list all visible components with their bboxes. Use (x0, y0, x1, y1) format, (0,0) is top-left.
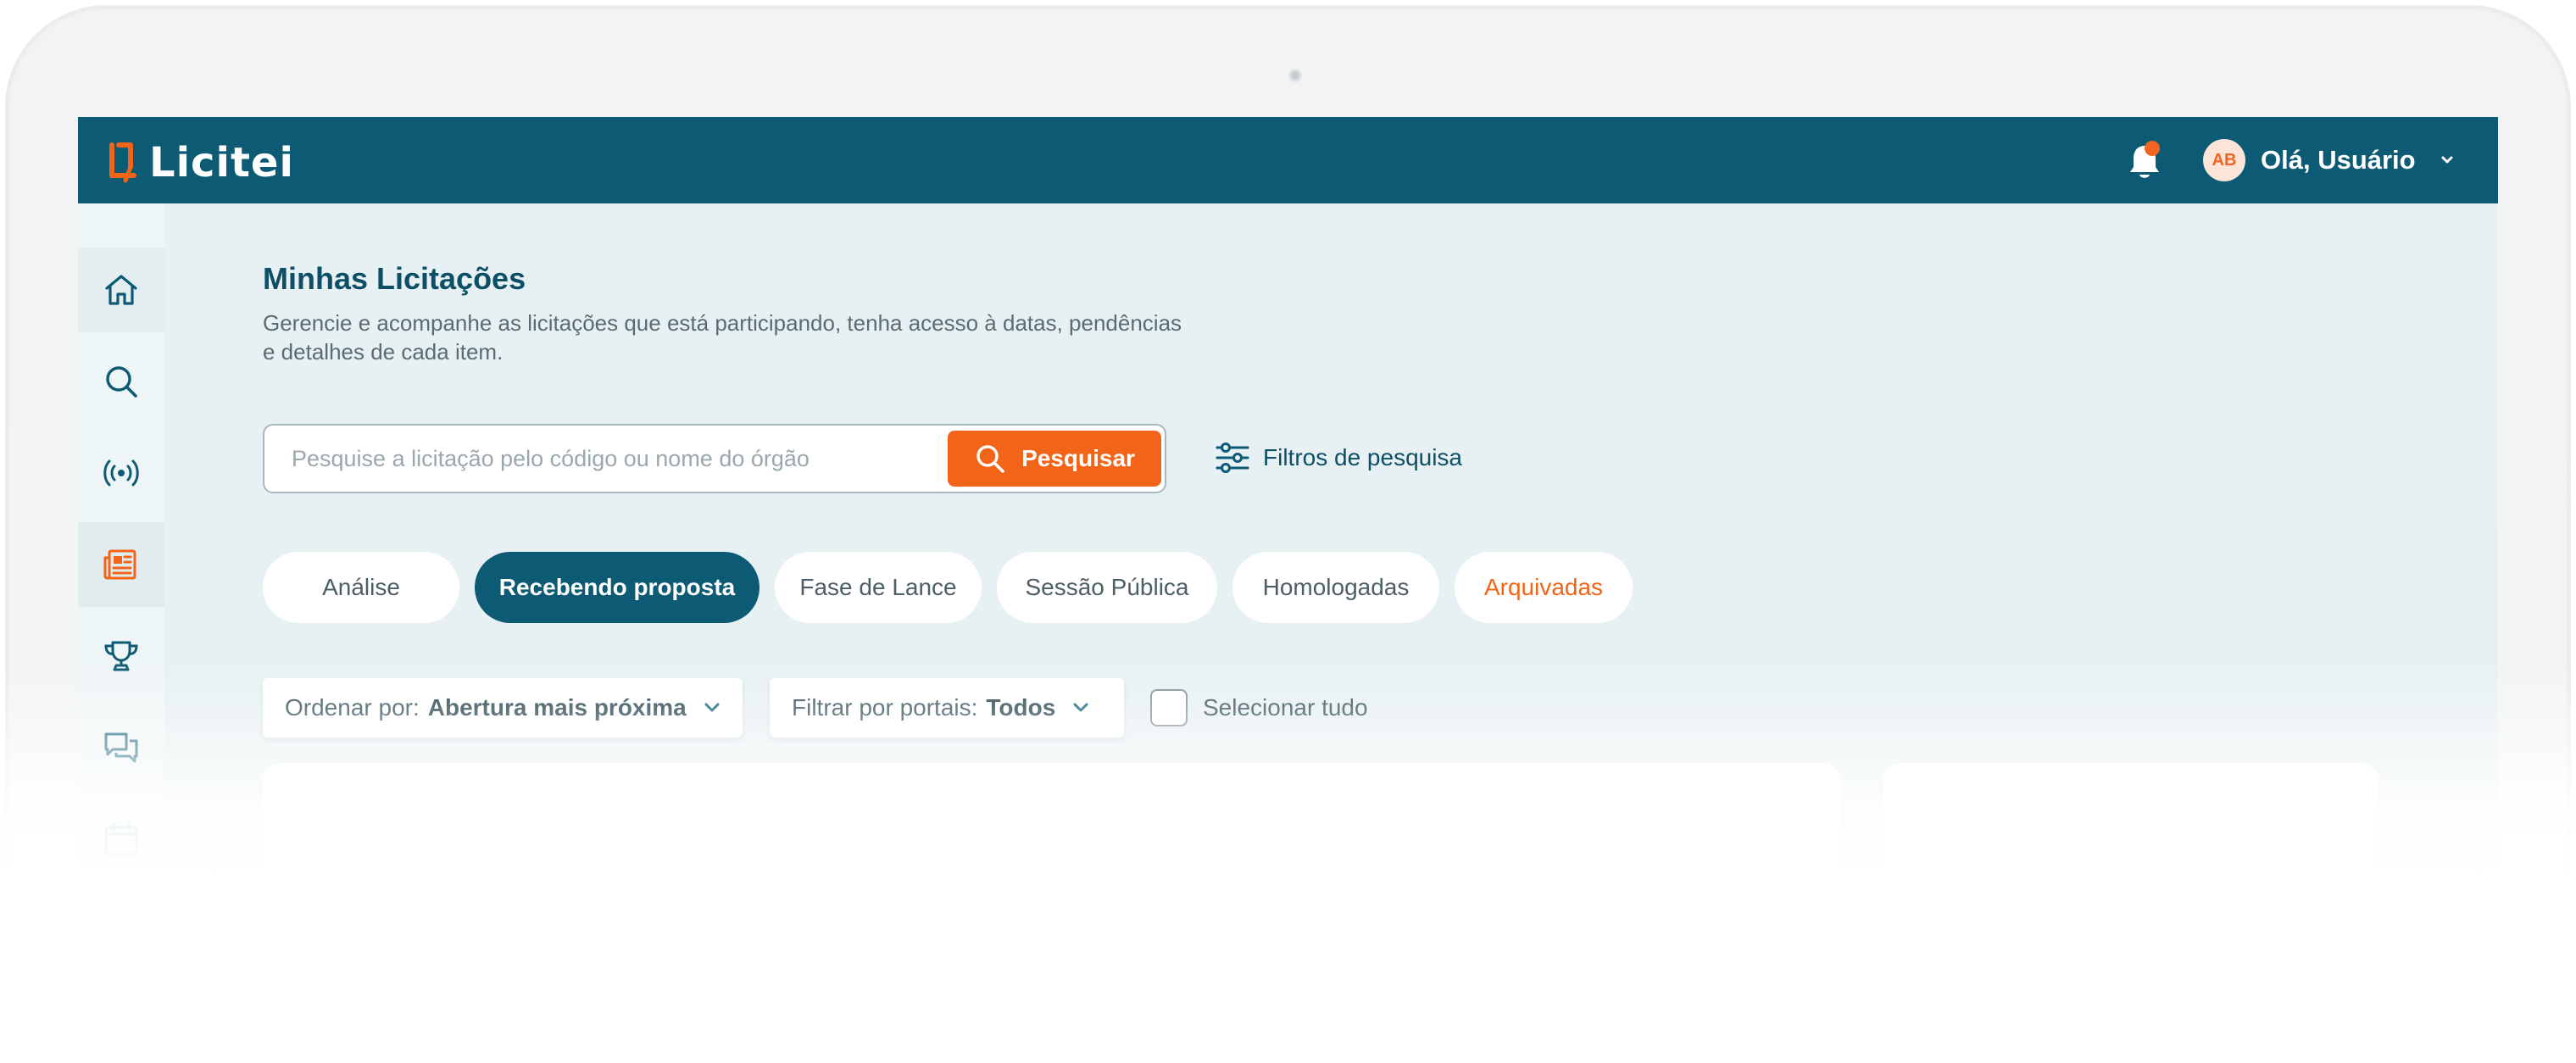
top-bar: Licitei AB Olá, Usuário (78, 117, 2498, 203)
home-icon (105, 275, 137, 305)
app-screen: Licitei AB Olá, Usuário Minhas Licitaçõe… (78, 117, 2498, 880)
tab-recebendo-proposta[interactable]: Recebendo proposta (475, 552, 759, 623)
sidebar-item-messages[interactable] (78, 705, 164, 790)
tab-arquivadas[interactable]: Arquivadas (1455, 552, 1633, 623)
sidebar-item-home[interactable] (78, 248, 164, 332)
portal-filter-value: Todos (986, 694, 1056, 721)
brand-name: Licitei (149, 139, 294, 186)
brand-logo[interactable]: Licitei (105, 139, 294, 186)
page-title: Minhas Licitações (263, 261, 526, 296)
page-subtitle: Gerencie e acompanhe as licitações que e… (263, 310, 1182, 365)
tab-sessao-publica[interactable]: Sessão Pública (997, 552, 1217, 623)
sort-label: Ordenar por: (285, 694, 420, 721)
select-all-label: Selecionar tudo (1203, 694, 1368, 721)
sidebar-item-search[interactable] (78, 339, 164, 424)
search-input[interactable]: Pesquise a licitação pelo código ou nome… (292, 446, 810, 472)
sort-value: Abertura mais próxima (427, 694, 687, 721)
calendar-icon (104, 822, 138, 856)
sidebar-item-licitacoes[interactable] (78, 522, 164, 607)
search-filters-button[interactable]: Filtros de pesquisa (1214, 441, 1462, 475)
sidebar-item-calendar[interactable] (78, 797, 164, 880)
chat-icon (104, 732, 138, 763)
search-bar: Pesquise a licitação pelo código ou nome… (263, 424, 1166, 493)
sidebar-item-live[interactable] (78, 431, 164, 515)
chevron-down-icon (1073, 703, 1088, 712)
tab-fase-de-lance[interactable]: Fase de Lance (775, 552, 982, 623)
licitacao-card (263, 763, 1841, 880)
tab-homologadas[interactable]: Homologadas (1232, 552, 1439, 623)
search-filters-label: Filtros de pesquisa (1263, 444, 1463, 470)
trophy-icon (104, 641, 138, 671)
search-icon (106, 366, 137, 398)
select-all[interactable]: Selecionar tudo (1150, 689, 1368, 726)
tab-analise[interactable]: Análise (263, 552, 459, 623)
camera-dot (1288, 69, 1302, 82)
search-icon (976, 445, 1004, 473)
sliders-icon (1216, 442, 1249, 473)
avatar[interactable]: AB (2203, 139, 2245, 181)
logo-mark-icon (109, 142, 136, 183)
search-button[interactable]: Pesquisar (948, 431, 1161, 487)
side-panel-card (1883, 763, 2378, 880)
broadcast-icon (103, 459, 139, 487)
portal-filter-dropdown[interactable]: Filtrar por portais: Todos (770, 678, 1124, 737)
chevron-down-icon (704, 703, 720, 712)
newspaper-icon (103, 549, 136, 580)
search-button-label: Pesquisar (1021, 445, 1135, 471)
sort-dropdown[interactable]: Ordenar por: Abertura mais próxima (263, 678, 743, 737)
notification-dot (2145, 141, 2160, 156)
portal-filter-label: Filtrar por portais: (792, 694, 978, 721)
select-all-checkbox[interactable] (1150, 689, 1188, 726)
chevron-down-icon[interactable] (2436, 149, 2458, 171)
user-greeting[interactable]: Olá, Usuário (2261, 145, 2416, 175)
sidebar-item-results[interactable] (78, 614, 164, 698)
sidebar (78, 203, 164, 880)
